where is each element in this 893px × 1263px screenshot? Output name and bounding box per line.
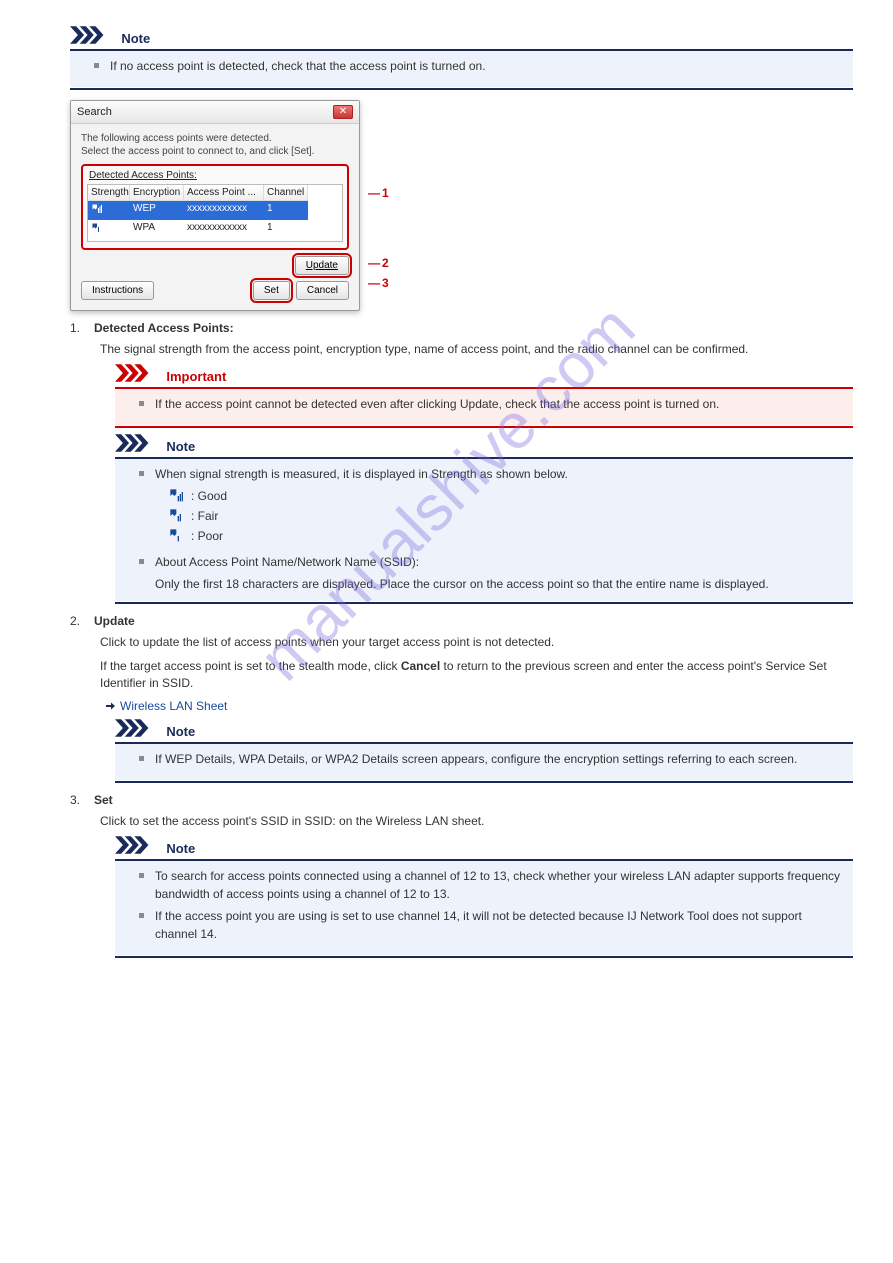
callout-1: —1 [368,186,389,200]
col-encryption: Encryption [130,185,184,201]
note-text: If no access point is detected, check th… [100,57,843,75]
table-row[interactable]: WPA xxxxxxxxxxxx 1 [88,220,342,239]
dialog-title: Search [77,106,112,118]
detected-ap-label: Detected Access Points: [87,170,343,181]
divider [115,602,853,604]
chevrons-icon [115,434,159,452]
dialog-titlebar: Search ✕ [71,101,359,124]
divider [115,426,853,428]
signal-poor-icon [91,222,103,234]
note4-text1: To search for access points connected us… [145,867,843,903]
item-2-text: Click to update the list of access point… [100,634,853,651]
divider [115,781,853,783]
signal-good-row: : Good [169,487,843,505]
signal-fair-label: : Fair [191,507,218,525]
table-header: Strength Encryption Access Point ... Cha… [88,185,342,201]
divider [115,956,853,958]
item-3: 3. Set [70,793,853,807]
dialog-intro-1: The following access points were detecte… [81,132,349,145]
dialog-buttons-row2: Instructions Set Cancel [81,281,349,300]
note-block-3: Note If WEP Details, WPA Details, or WPA… [115,719,853,783]
table-row[interactable]: WEP xxxxxxxxxxxx 1 [88,201,342,220]
important-block: Important If the access point cannot be … [115,364,853,428]
cell-ap: xxxxxxxxxxxx [184,201,264,220]
note4-text2: If the access point you are using is set… [145,907,843,943]
arrow-right-icon [104,700,116,712]
item-2-text2: If the target access point is set to the… [100,658,853,693]
ap-list[interactable]: Strength Encryption Access Point ... Cha… [87,184,343,242]
update-button[interactable]: Update [295,256,349,275]
dialog-buttons-row1: Update [81,256,349,275]
cell-ch: 1 [264,220,308,239]
item-1-text: The signal strength from the access poin… [100,341,853,358]
note-label: Note [166,841,195,856]
dialog-intro-2: Select the access point to connect to, a… [81,145,349,158]
chevrons-icon [115,719,159,737]
chevrons-icon [115,836,159,854]
note2-ap-heading: About Access Point Name/Network Name (SS… [145,553,843,571]
detected-ap-group: Detected Access Points: Strength Encrypt… [81,164,349,250]
dialog-body: The following access points were detecte… [71,124,359,310]
important-body: If the access point cannot be detected e… [115,389,853,425]
cell-enc: WEP [130,201,184,220]
item-heading: Detected Access Points: [94,321,853,335]
note-label: Note [166,724,195,739]
signal-fair-icon [169,508,185,524]
note-block-4: Note To search for access points connect… [115,836,853,958]
item-1: 1. Detected Access Points: [70,321,853,335]
set-button[interactable]: Set [253,281,290,300]
note-body: If no access point is detected, check th… [70,51,853,87]
col-strength: Strength [88,185,130,201]
item-2: 2. Update [70,614,853,628]
divider [70,88,853,90]
note-label: Note [121,31,150,46]
chevrons-icon [70,26,114,44]
item-number: 3. [70,793,88,807]
signal-poor-row: : Poor [169,527,843,545]
signal-poor-icon [169,528,185,544]
important-label: Important [166,369,226,384]
cancel-button[interactable]: Cancel [296,281,349,300]
search-dialog: Search ✕ The following access points wer… [70,100,360,311]
item-heading: Update [94,614,853,628]
note-body: When signal strength is measured, it is … [115,459,853,601]
note2-text: When signal strength is measured, it is … [145,465,843,483]
signal-strong-icon [91,203,103,215]
cell-ap: xxxxxxxxxxxx [184,220,264,239]
note-block-2: Note When signal strength is measured, i… [115,434,853,604]
important-text: If the access point cannot be detected e… [145,395,843,413]
cell-strength [88,201,130,220]
wireless-lan-sheet-link[interactable]: Wireless LAN Sheet [120,699,227,713]
signal-fair-row: : Fair [169,507,843,525]
cell-strength [88,220,130,239]
col-channel: Channel [264,185,308,201]
item-number: 1. [70,321,88,335]
signal-good-label: : Good [191,487,227,505]
link-row: Wireless LAN Sheet [104,699,853,713]
note3-text: If WEP Details, WPA Details, or WPA2 Det… [145,750,843,768]
signal-poor-label: : Poor [191,527,223,545]
instructions-button[interactable]: Instructions [81,281,154,300]
note2-ap-sub: Only the first 18 characters are display… [155,575,843,593]
note-label: Note [166,439,195,454]
callout-2: —2 [368,256,389,270]
callout-3: —3 [368,276,389,290]
col-ap: Access Point ... [184,185,264,201]
item-number: 2. [70,614,88,628]
note-body: To search for access points connected us… [115,861,853,955]
item-3-text: Click to set the access point's SSID in … [100,813,853,830]
chevrons-icon [115,364,159,382]
item-heading: Set [94,793,853,807]
cell-enc: WPA [130,220,184,239]
signal-good-icon [169,488,185,504]
cell-ch: 1 [264,201,308,220]
note-block-1: Note If no access point is detected, che… [70,26,853,90]
note-body: If WEP Details, WPA Details, or WPA2 Det… [115,744,853,780]
close-icon[interactable]: ✕ [333,105,353,119]
